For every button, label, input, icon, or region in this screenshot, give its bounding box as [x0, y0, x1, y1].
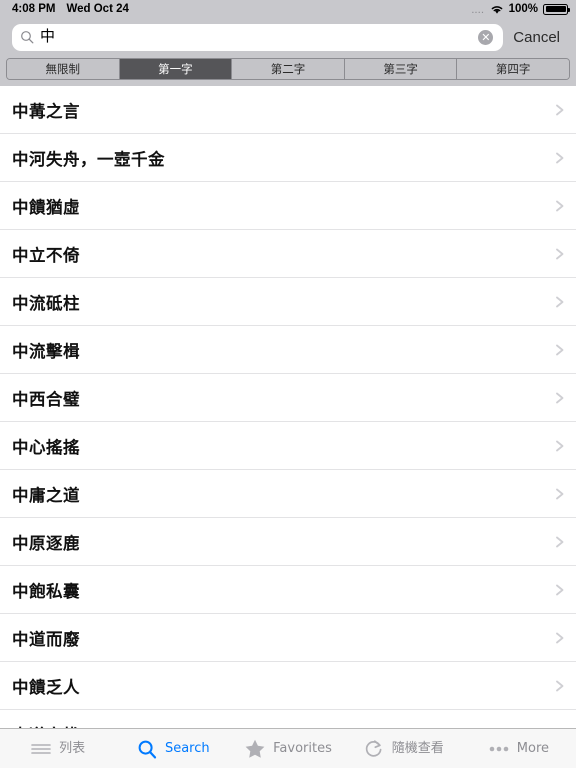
chevron-right-icon [554, 343, 566, 357]
status-bar-left: 4:08 PM Wed Oct 24 [6, 3, 129, 15]
tab-more[interactable]: More [461, 729, 576, 768]
chevron-right-icon [554, 103, 566, 117]
tab-favorites[interactable]: Favorites [230, 729, 345, 768]
row-title: 中西合璧 [12, 389, 80, 409]
row-title: 中流砥柱 [12, 293, 80, 313]
segment-unlimited[interactable]: 無限制 [7, 59, 120, 79]
search-bar: 中 ✕ Cancel [0, 18, 576, 56]
wifi-icon [490, 4, 504, 15]
chevron-right-icon [554, 487, 566, 501]
table-row[interactable]: 中西合璧 [0, 374, 576, 422]
segmented-control-container: 無限制 第一字 第二字 第三字 第四字 [0, 56, 576, 86]
table-row[interactable]: 中流擊楫 [0, 326, 576, 374]
star-icon [244, 738, 266, 760]
chevron-right-icon [554, 583, 566, 597]
chevron-right-icon [554, 391, 566, 405]
chevron-right-icon [554, 295, 566, 309]
table-row[interactable]: 中立不倚 [0, 230, 576, 278]
table-row[interactable]: 中庸之道 [0, 470, 576, 518]
segment-second-char[interactable]: 第二字 [232, 59, 345, 79]
row-title: 中道而廢 [12, 629, 80, 649]
tab-label: More [516, 741, 550, 756]
table-row[interactable]: 中河失舟，一壺千金 [0, 134, 576, 182]
chevron-right-icon [554, 151, 566, 165]
cancel-button[interactable]: Cancel [503, 29, 568, 46]
row-title: 中河失舟，一壺千金 [12, 149, 165, 169]
status-bar: 4:08 PM Wed Oct 24 .... 100% [0, 0, 576, 18]
battery-full-icon [543, 3, 570, 15]
chevron-right-icon [554, 439, 566, 453]
app-root: 4:08 PM Wed Oct 24 .... 100% 中 ✕ Cancel … [0, 0, 576, 768]
list-lines-icon [30, 738, 52, 760]
row-title: 中原逐鹿 [12, 533, 80, 553]
table-row[interactable]: 中饋猶虛 [0, 182, 576, 230]
clear-search-button[interactable]: ✕ [478, 29, 494, 45]
row-title: 中流擊楫 [12, 341, 80, 361]
chevron-right-icon [554, 199, 566, 213]
row-title: 中冓之言 [12, 101, 80, 121]
chevron-right-icon [554, 247, 566, 261]
status-date: Wed Oct 24 [66, 3, 129, 15]
chevron-right-icon [554, 535, 566, 549]
battery-percent: 100% [508, 3, 538, 15]
status-dots: .... [471, 6, 485, 15]
row-title: 中庸之道 [12, 485, 80, 505]
row-title: 中立不倚 [12, 245, 80, 265]
tab-label: Search [164, 741, 210, 756]
tab-search[interactable]: Search [115, 729, 230, 768]
row-title: 中饋乏人 [12, 677, 80, 697]
table-row[interactable]: 中原逐鹿 [0, 518, 576, 566]
search-icon [20, 30, 34, 44]
search-input-value: 中 [40, 27, 56, 45]
search-icon [136, 738, 158, 760]
tab-label: Favorites [273, 741, 332, 756]
table-row[interactable]: 中流砥柱 [0, 278, 576, 326]
tab-random[interactable]: 隨機查看 [346, 729, 461, 768]
status-bar-right: .... 100% [472, 3, 570, 15]
segment-first-char[interactable]: 第一字 [119, 59, 233, 79]
position-filter-segmented-control[interactable]: 無限制 第一字 第二字 第三字 第四字 [6, 58, 570, 80]
chevron-right-icon [554, 679, 566, 693]
table-row[interactable]: 中冓之言 [0, 86, 576, 134]
table-row[interactable]: 中道害拔 [0, 710, 576, 728]
row-title: 中飽私囊 [12, 581, 80, 601]
search-results-list[interactable]: 中冓之言 中河失舟，一壺千金 中饋猶虛 中立不倚 中流砥柱 中流擊楫 中西合璧 [0, 86, 576, 728]
table-row[interactable]: 中飽私囊 [0, 566, 576, 614]
refresh-circle-arrow-icon [363, 738, 385, 760]
tab-label: 隨機查看 [391, 741, 444, 756]
chevron-right-icon [554, 631, 566, 645]
row-title: 中心搖搖 [12, 437, 80, 457]
tab-label: 列表 [59, 741, 86, 756]
segment-third-char[interactable]: 第三字 [344, 59, 458, 79]
segment-fourth-char[interactable]: 第四字 [457, 59, 569, 79]
chevron-right-icon [554, 727, 566, 729]
table-row[interactable]: 中心搖搖 [0, 422, 576, 470]
table-row[interactable]: 中道而廢 [0, 614, 576, 662]
tab-list[interactable]: 列表 [0, 729, 115, 768]
row-title: 中道害拔 [12, 722, 554, 729]
ellipsis-icon [488, 738, 510, 760]
search-input[interactable]: 中 ✕ [12, 23, 504, 51]
tab-bar: 列表 Search Favorites 隨機查看 More [0, 728, 576, 768]
status-time: 4:08 PM [12, 3, 56, 15]
table-row[interactable]: 中饋乏人 [0, 662, 576, 710]
row-title: 中饋猶虛 [12, 197, 80, 217]
